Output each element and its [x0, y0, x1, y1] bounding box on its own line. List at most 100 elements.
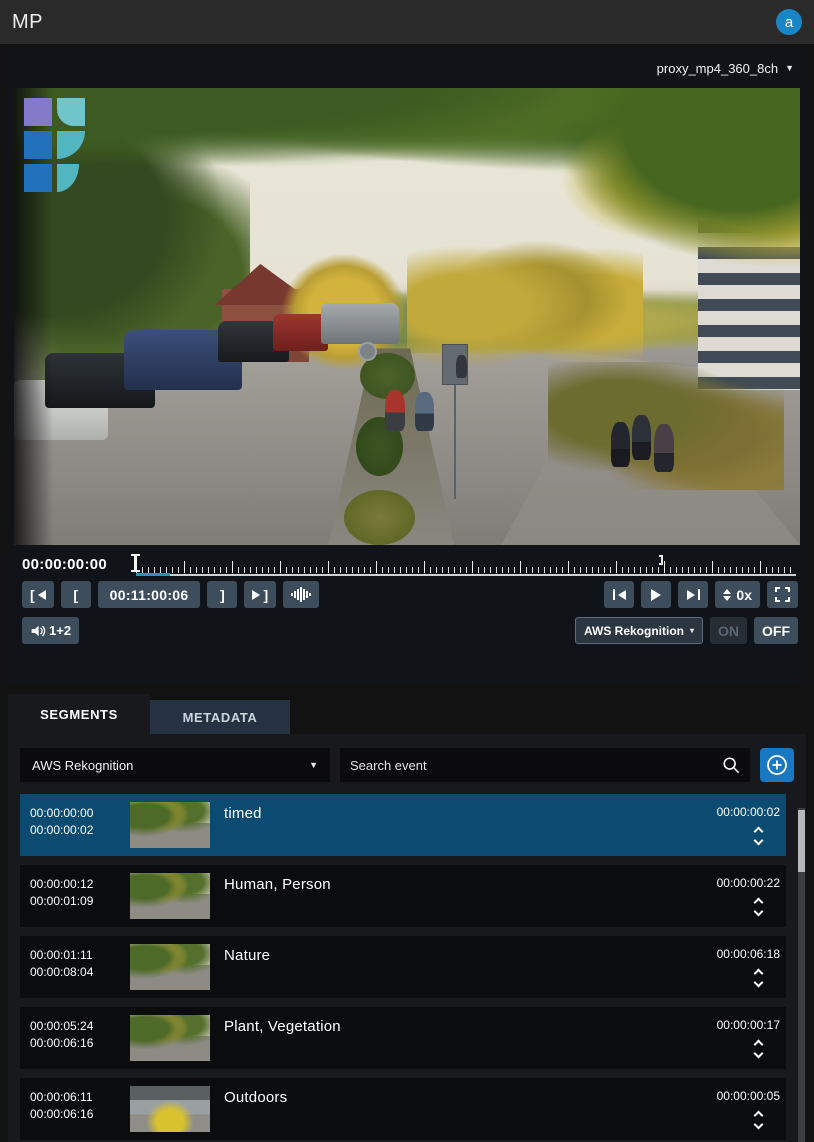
segment-row[interactable]: 00:00:06:11 00:00:06:16 Outdoors 00:00:0… [20, 1078, 786, 1140]
segment-start: 00:00:05:24 [30, 1018, 116, 1035]
search-box [340, 748, 750, 782]
speed-value: 0x [736, 587, 752, 603]
channel-logo [24, 98, 90, 198]
user-avatar[interactable]: a [776, 9, 802, 35]
mark-out-button[interactable]: ] [207, 581, 237, 608]
chevron-down-icon: ▼ [785, 63, 794, 73]
proxy-label: proxy_mp4_360_8ch [657, 61, 778, 76]
segment-end: 00:00:00:02 [30, 822, 116, 839]
overlay-on-button[interactable]: ON [710, 617, 747, 644]
bracket-in-icon: [ [73, 587, 78, 603]
timeline-ruler[interactable] [134, 552, 798, 576]
audio-channels-label: 1+2 [49, 623, 71, 638]
segment-reorder[interactable] [755, 970, 762, 986]
segment-end: 00:00:08:04 [30, 964, 116, 981]
play-button[interactable] [641, 581, 671, 608]
tab-metadata[interactable]: METADATA [150, 700, 290, 734]
segment-right: 00:00:06:18 [680, 944, 780, 990]
play-icon [651, 589, 661, 601]
chevron-down-icon: ▾ [690, 626, 694, 635]
scene-parked-car [321, 303, 400, 344]
segment-right: 00:00:00:02 [680, 802, 780, 848]
skip-forward-button[interactable] [678, 581, 708, 608]
mark-timecode-display[interactable]: 00:11:00:06 [98, 581, 201, 608]
segment-times: 00:00:01:11 00:00:08:04 [30, 944, 116, 990]
segments-panel: AWS Rekognition ▼ 00:00:00:00 00:00:00:0… [8, 734, 806, 1142]
chevron-down-icon[interactable] [754, 836, 764, 846]
audio-channels-button[interactable]: 1+2 [22, 617, 79, 644]
segment-row[interactable]: 00:00:01:11 00:00:08:04 Nature 00:00:06:… [20, 936, 786, 998]
scene-pedestrian [456, 355, 467, 378]
search-input[interactable] [350, 758, 722, 773]
segment-duration: 00:00:00:17 [717, 1018, 780, 1032]
scene-pedestrian [632, 415, 651, 461]
app-header: MP a [0, 0, 814, 44]
playhead[interactable] [134, 554, 137, 572]
segment-right: 00:00:00:05 [680, 1086, 780, 1132]
bar-icon [698, 589, 700, 600]
segment-label: timed [224, 802, 680, 848]
segment-thumb [130, 1086, 210, 1132]
segment-reorder[interactable] [755, 828, 762, 844]
triangle-right-icon [687, 590, 695, 600]
segment-times: 00:00:06:11 00:00:06:16 [30, 1086, 116, 1132]
mark-in-button[interactable]: [ [61, 581, 91, 608]
player-panel: proxy_mp4_360_8ch ▼ [8, 48, 806, 684]
segment-times: 00:00:00:12 00:00:01:09 [30, 873, 116, 919]
segment-reorder[interactable] [755, 899, 762, 915]
segment-duration: 00:00:00:05 [717, 1089, 780, 1103]
filter-row: AWS Rekognition ▼ [20, 748, 794, 782]
segment-reorder[interactable] [755, 1041, 762, 1057]
segment-row[interactable]: 00:00:00:12 00:00:01:09 Human, Person 00… [20, 865, 786, 927]
segment-end: 00:00:01:09 [30, 893, 116, 910]
segment-duration: 00:00:00:22 [717, 876, 780, 890]
triangle-left-icon [618, 590, 626, 600]
engine-select[interactable]: AWS Rekognition ▼ [20, 748, 330, 782]
app-title: MP [12, 11, 43, 34]
add-segment-button[interactable] [760, 748, 794, 782]
bracket-out-icon: ] [220, 587, 225, 603]
segment-end: 00:00:06:16 [30, 1106, 116, 1123]
tab-bar: SEGMENTS METADATA [8, 694, 806, 734]
speaker-icon [30, 624, 46, 638]
segment-start: 00:00:00:12 [30, 876, 116, 893]
ruler-baseline [136, 574, 796, 576]
segment-thumb [130, 1015, 210, 1061]
segment-row[interactable]: 00:00:00:00 00:00:00:02 timed 00:00:00:0… [20, 794, 786, 856]
speed-button[interactable]: 0x [715, 581, 760, 608]
segment-row[interactable]: 00:00:05:24 00:00:06:16 Plant, Vegetatio… [20, 1007, 786, 1069]
current-timecode: 00:00:00:00 [22, 556, 134, 573]
video-frame[interactable] [14, 88, 800, 545]
scene-round-sign [358, 342, 377, 361]
chevron-down-icon[interactable] [754, 1049, 764, 1059]
segment-duration: 00:00:06:18 [717, 947, 780, 961]
waveform-button[interactable] [283, 581, 319, 608]
segment-label: Nature [224, 944, 680, 990]
triangle-left-icon [38, 590, 46, 600]
chevron-down-icon[interactable] [754, 978, 764, 988]
segment-thumb [130, 802, 210, 848]
overlay-engine-label: AWS Rekognition [584, 624, 684, 638]
tab-segments[interactable]: SEGMENTS [8, 694, 150, 734]
logo-tile [57, 164, 79, 192]
segment-reorder[interactable] [755, 1112, 762, 1128]
segment-duration: 00:00:00:02 [717, 805, 780, 819]
scrollbar-thumb[interactable] [798, 810, 805, 872]
fullscreen-icon [775, 587, 790, 602]
fullscreen-button[interactable] [767, 581, 798, 608]
secondary-controls: 1+2 AWS Rekognition ▾ ON OFF [14, 615, 800, 644]
chevron-down-icon[interactable] [754, 1120, 764, 1130]
skip-back-button[interactable] [604, 581, 634, 608]
scene-pedestrian [654, 424, 674, 472]
logo-tile [24, 131, 52, 159]
overlay-engine-select[interactable]: AWS Rekognition ▾ [575, 617, 703, 644]
bracket-out-icon: ] [263, 587, 268, 603]
goto-in-button[interactable]: [ [22, 581, 54, 608]
overlay-off-button[interactable]: OFF [754, 617, 798, 644]
scrollbar[interactable] [798, 808, 805, 1142]
proxy-selector[interactable]: proxy_mp4_360_8ch ▼ [14, 48, 800, 88]
goto-out-button[interactable]: ] [244, 581, 276, 608]
search-icon[interactable] [722, 756, 740, 774]
timeline: 00:00:00:00 [14, 545, 800, 579]
chevron-down-icon[interactable] [754, 907, 764, 917]
